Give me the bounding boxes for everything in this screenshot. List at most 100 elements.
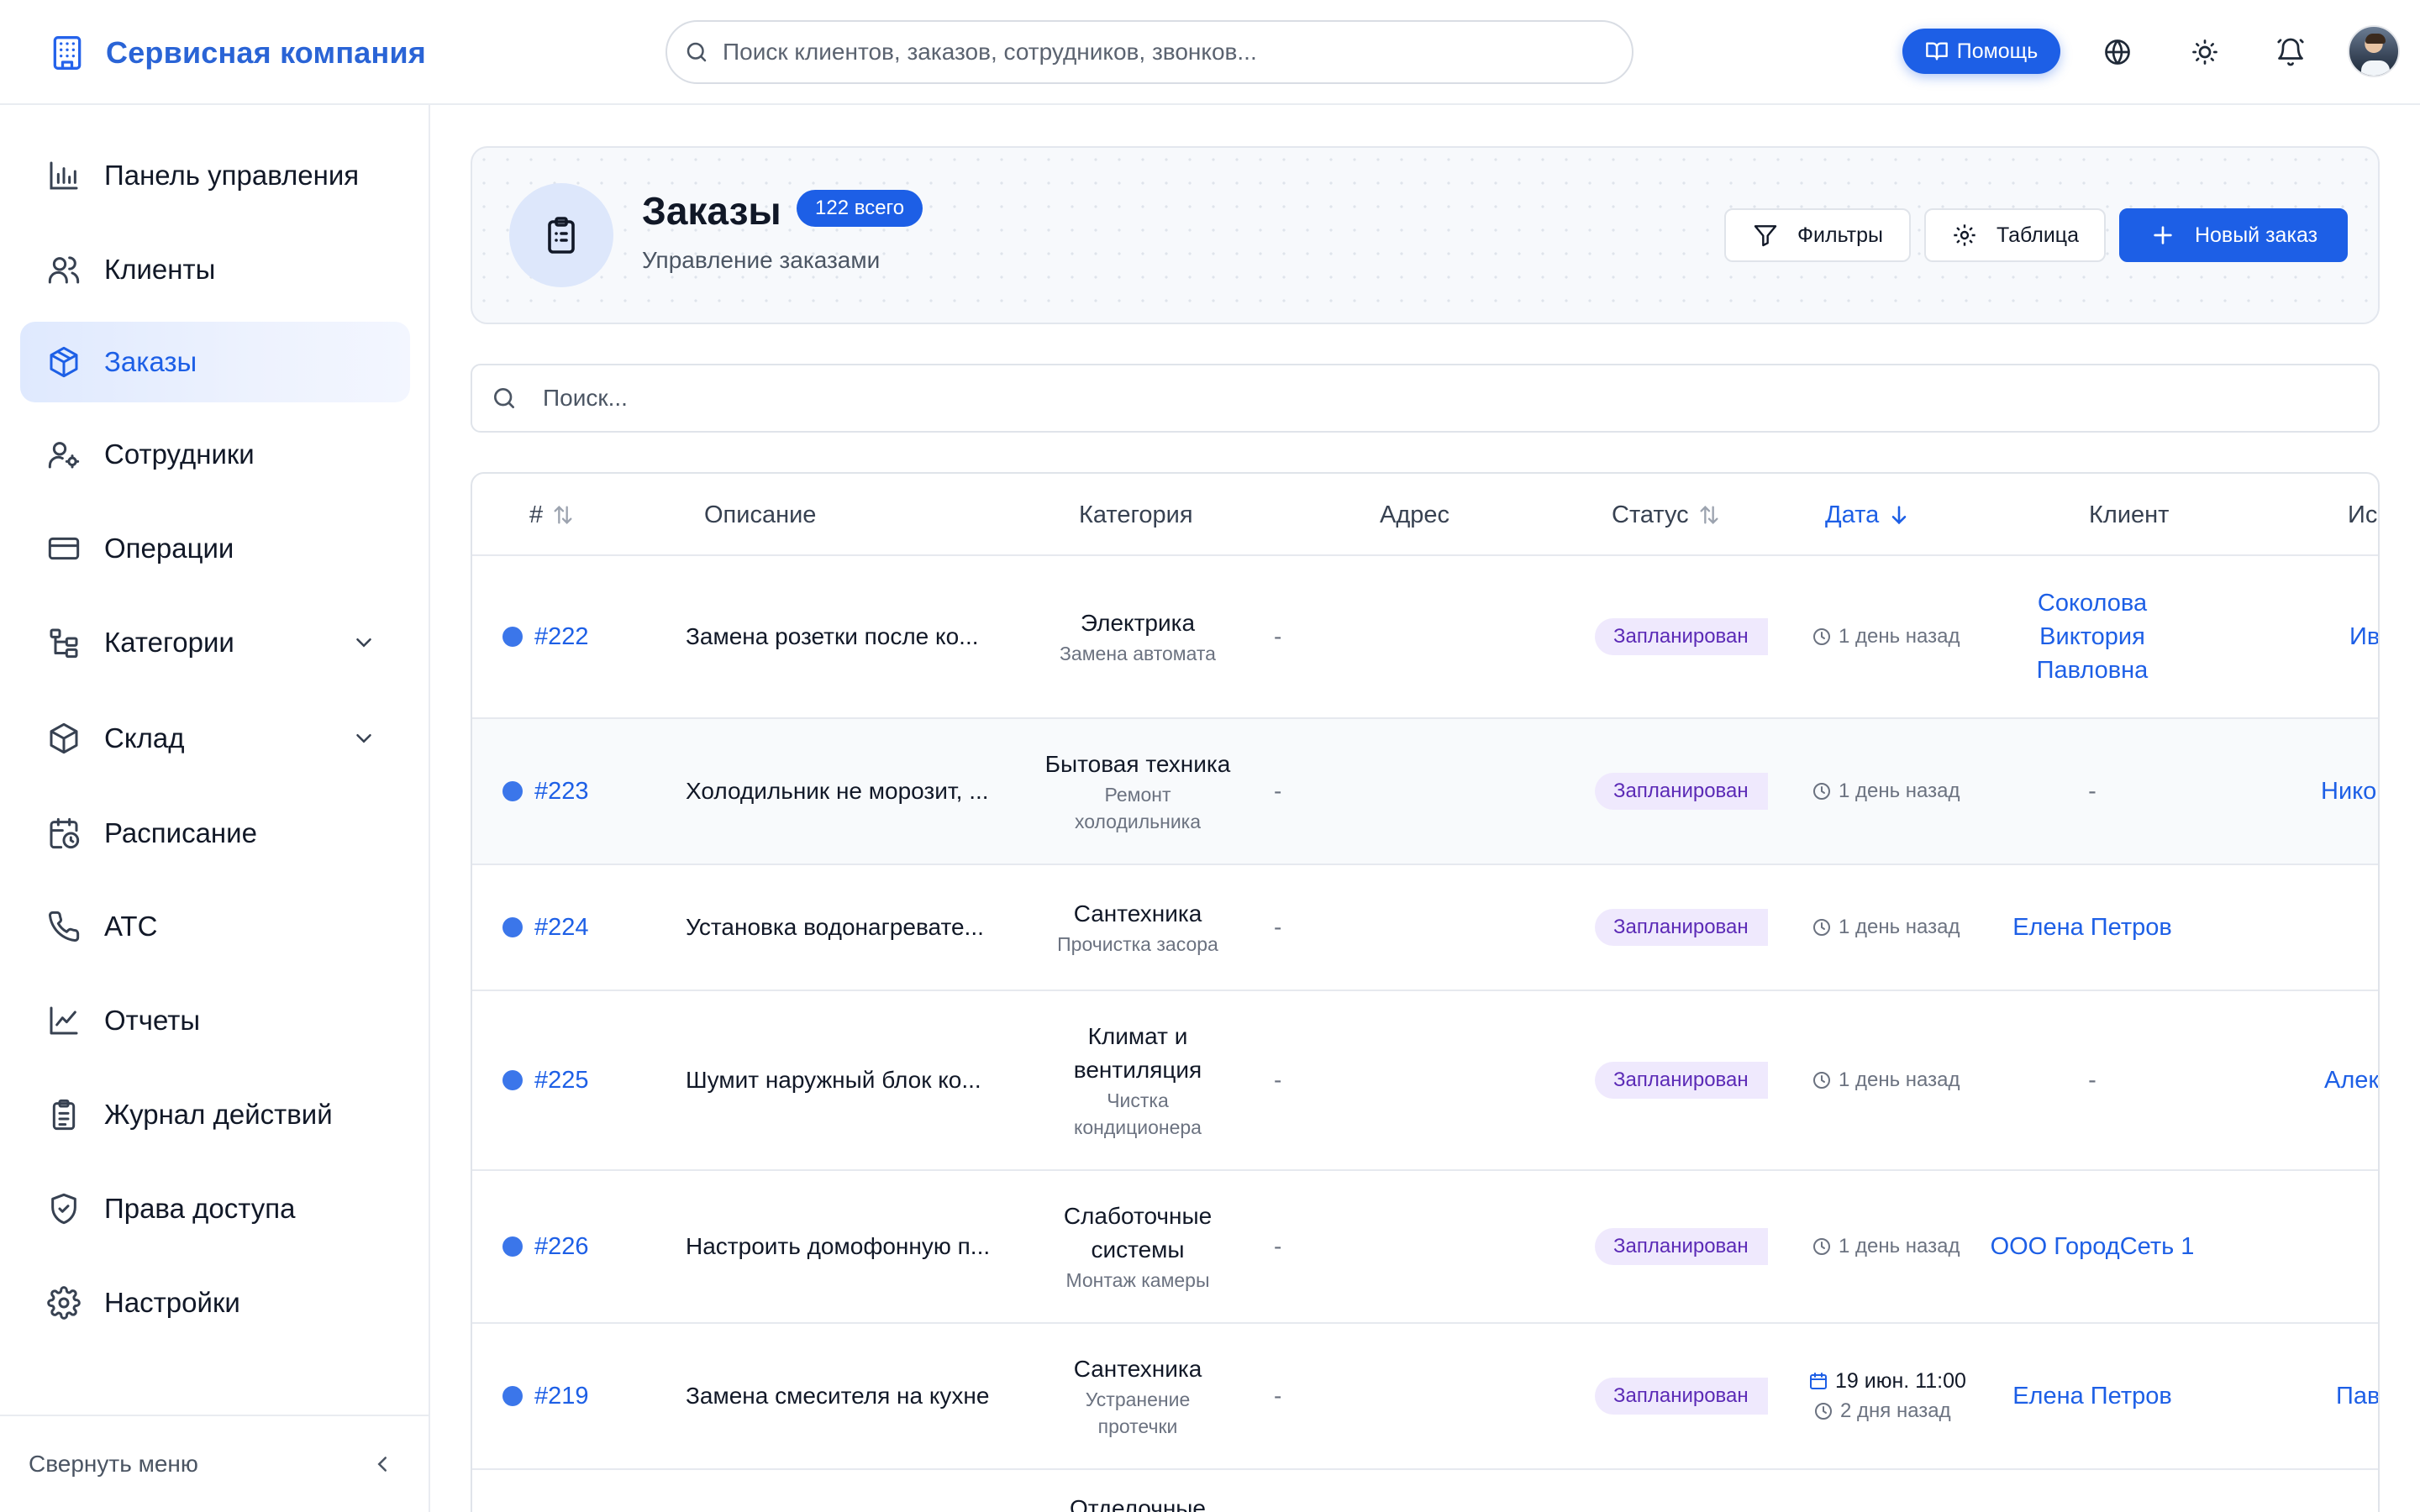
relative-date: 2 дня назад bbox=[1808, 1396, 1951, 1426]
relative-date: 1 день назад bbox=[1812, 776, 1960, 806]
column-header-client[interactable]: Клиент bbox=[2089, 474, 2169, 556]
sun-icon[interactable] bbox=[2190, 37, 2220, 67]
chevron-down-icon[interactable] bbox=[351, 726, 376, 751]
page-header: Заказы 122 всего Управление заказами Фил… bbox=[471, 146, 2380, 324]
page-icon bbox=[509, 183, 613, 287]
column-header-executor[interactable]: Ис bbox=[2348, 474, 2377, 556]
address: - bbox=[1274, 1233, 1282, 1259]
chevron-left-icon bbox=[370, 1452, 395, 1477]
status-dot bbox=[502, 781, 523, 801]
order-id-link[interactable]: #226 bbox=[534, 1233, 589, 1261]
chevron-down-icon[interactable] bbox=[351, 630, 376, 655]
relative-date: 1 день назад bbox=[1812, 622, 1960, 652]
sidebar-item-dashboard[interactable]: Панель управления bbox=[20, 135, 410, 216]
table-settings-button[interactable]: Таблица bbox=[1924, 208, 2106, 262]
table-row[interactable]: Отделочные bbox=[472, 1470, 2378, 1512]
address: - bbox=[1274, 1383, 1282, 1409]
column-header-category[interactable]: Категория bbox=[1079, 474, 1193, 556]
sidebar-item-settings[interactable]: Настройки bbox=[20, 1263, 410, 1343]
order-id-link[interactable]: #225 bbox=[534, 1067, 589, 1095]
search-icon bbox=[491, 385, 518, 412]
table-row[interactable]: #219 Замена смесителя на кухне Сантехник… bbox=[472, 1324, 2378, 1470]
building-icon bbox=[49, 32, 86, 74]
category-name: Бытовая техника bbox=[1044, 751, 1231, 777]
column-header-address[interactable]: Адрес bbox=[1380, 474, 1449, 556]
column-header-status[interactable]: Статус bbox=[1612, 474, 1721, 556]
column-header-description[interactable]: Описание bbox=[704, 474, 816, 556]
executor-link[interactable]: Пав bbox=[2336, 1383, 2378, 1410]
client-link[interactable]: Соколова Виктория Павловна bbox=[1983, 586, 2202, 687]
subcategory-name: Устранение протечки bbox=[1085, 1389, 1191, 1437]
sidebar-item-pbx[interactable]: АТС bbox=[20, 886, 410, 967]
user-cog-icon bbox=[47, 438, 81, 471]
sort-icon[interactable] bbox=[1697, 503, 1721, 527]
sidebar-item-reports[interactable]: Отчеты bbox=[20, 980, 410, 1061]
status-badge: Запланирован bbox=[1595, 1378, 1768, 1415]
table-row[interactable]: #222 Замена розетки после ко... Электрик… bbox=[472, 556, 2378, 719]
client-empty: - bbox=[2088, 1067, 2096, 1094]
global-search[interactable] bbox=[666, 20, 1634, 84]
executor-link[interactable]: Ив bbox=[2349, 623, 2378, 651]
users-icon bbox=[47, 253, 81, 286]
order-description: Настроить домофонную п... bbox=[686, 1233, 991, 1259]
clock-icon bbox=[1812, 781, 1832, 801]
table-row[interactable]: #223 Холодильник не морозит, ... Бытовая… bbox=[472, 719, 2378, 865]
client-link[interactable]: Елена Петров bbox=[2012, 1379, 2172, 1413]
sort-icon[interactable] bbox=[551, 503, 575, 527]
avatar[interactable] bbox=[2348, 25, 2400, 77]
clipboard-icon bbox=[47, 1098, 81, 1131]
arrow-down-icon[interactable] bbox=[1887, 503, 1911, 527]
filters-button[interactable]: Фильтры bbox=[1724, 208, 1911, 262]
order-id-link[interactable]: #219 bbox=[534, 1383, 589, 1410]
category-name: Отделочные bbox=[1069, 1495, 1206, 1512]
sidebar: Панель управления Клиенты Заказы Сотрудн… bbox=[0, 105, 430, 1512]
gear-icon bbox=[1951, 222, 1978, 249]
order-id-link[interactable]: #224 bbox=[534, 914, 589, 942]
table-search[interactable] bbox=[471, 364, 2380, 433]
table-row[interactable]: #226 Настроить домофонную п... Слаботочн… bbox=[472, 1171, 2378, 1324]
phone-icon bbox=[47, 910, 81, 943]
shield-check-icon bbox=[47, 1192, 81, 1226]
sidebar-item-access-rights[interactable]: Права доступа bbox=[20, 1168, 410, 1249]
client-link[interactable]: ООО ГородСеть 1 bbox=[1991, 1230, 2195, 1263]
new-order-button[interactable]: Новый заказ bbox=[2119, 208, 2348, 262]
sidebar-item-clients[interactable]: Клиенты bbox=[20, 229, 410, 310]
subcategory-name: Замена автомата bbox=[1060, 643, 1216, 664]
sidebar-item-schedule[interactable]: Расписание bbox=[20, 793, 410, 874]
order-id-link[interactable]: #222 bbox=[534, 623, 589, 651]
column-header-date[interactable]: Дата bbox=[1825, 474, 1911, 556]
address: - bbox=[1274, 778, 1282, 804]
clock-icon bbox=[1812, 1236, 1832, 1257]
help-label: Помощь bbox=[1956, 39, 2039, 63]
brand[interactable]: Сервисная компания bbox=[49, 32, 426, 74]
globe-icon[interactable] bbox=[2102, 37, 2133, 67]
collapse-menu-button[interactable]: Свернуть меню bbox=[0, 1415, 429, 1512]
hierarchy-icon bbox=[47, 626, 81, 659]
order-id-link[interactable]: #223 bbox=[534, 778, 589, 806]
executor-link[interactable]: Нико bbox=[2321, 778, 2376, 806]
client-link[interactable]: Елена Петров bbox=[2012, 911, 2172, 944]
address: - bbox=[1274, 623, 1282, 649]
sidebar-item-operations[interactable]: Операции bbox=[20, 508, 410, 589]
global-search-input[interactable] bbox=[723, 39, 1613, 66]
calendar-clock-icon bbox=[47, 816, 81, 850]
table-row[interactable]: #224 Установка водонагревате... Сантехни… bbox=[472, 865, 2378, 991]
bell-icon[interactable] bbox=[2275, 37, 2306, 67]
help-button[interactable]: Помощь bbox=[1902, 29, 2060, 74]
sidebar-item-warehouse[interactable]: Склад bbox=[20, 698, 410, 779]
executor-link[interactable]: Алек bbox=[2324, 1067, 2378, 1095]
order-description: Холодильник не морозит, ... bbox=[686, 778, 989, 804]
table-row[interactable]: #225 Шумит наружный блок ко... Климат и … bbox=[472, 991, 2378, 1171]
filter-icon bbox=[1752, 222, 1779, 249]
box-icon bbox=[47, 722, 81, 755]
sidebar-item-employees[interactable]: Сотрудники bbox=[20, 414, 410, 495]
relative-date: 1 день назад bbox=[1812, 1231, 1960, 1262]
table-header: # Описание Категория Адрес Статус Дата К… bbox=[472, 474, 2378, 556]
calendar-icon bbox=[1808, 1371, 1828, 1391]
order-description: Шумит наружный блок ко... bbox=[686, 1067, 981, 1093]
sidebar-item-orders[interactable]: Заказы bbox=[20, 322, 410, 402]
sidebar-item-activity-log[interactable]: Журнал действий bbox=[20, 1074, 410, 1155]
column-header-id[interactable]: # bbox=[529, 474, 575, 556]
sidebar-item-categories[interactable]: Категории bbox=[20, 602, 410, 683]
table-search-input[interactable] bbox=[543, 385, 2307, 412]
